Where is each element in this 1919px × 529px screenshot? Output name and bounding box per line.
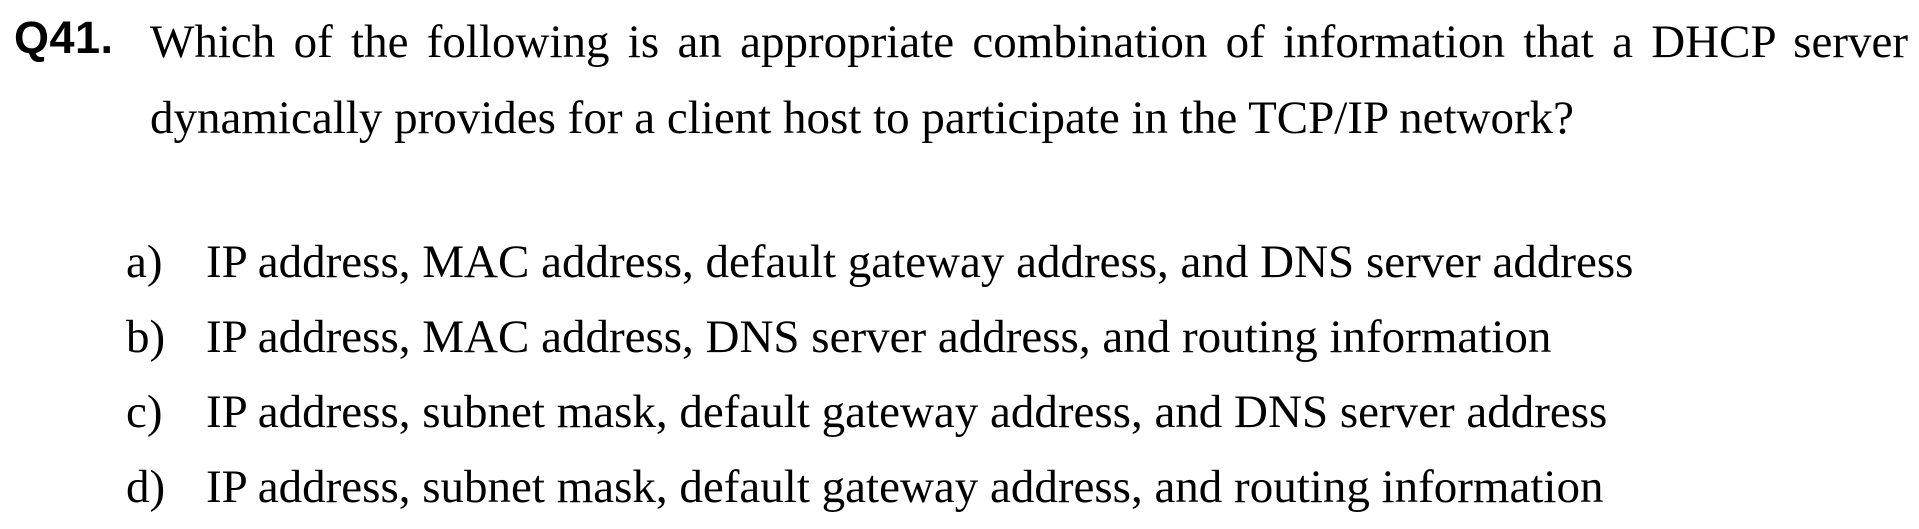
option-letter: b)	[126, 311, 166, 363]
option-a: a) IP address, MAC address, default gate…	[0, 224, 1919, 300]
option-text: IP address, subnet mask, default gateway…	[206, 386, 1608, 438]
option-letter: d)	[126, 461, 166, 513]
option-b: b) IP address, MAC address, DNS server a…	[0, 299, 1919, 375]
question-text: Which of the following is an appropriate…	[150, 16, 1908, 144]
option-text: IP address, MAC address, DNS server addr…	[206, 311, 1552, 363]
option-letter: c)	[126, 386, 163, 438]
question-number: Q41.	[14, 12, 114, 63]
option-text: IP address, MAC address, default gateway…	[206, 236, 1634, 288]
option-text: IP address, subnet mask, default gateway…	[206, 461, 1604, 513]
option-d: d) IP address, subnet mask, default gate…	[0, 449, 1919, 525]
option-letter: a)	[126, 236, 163, 288]
option-c: c) IP address, subnet mask, default gate…	[0, 374, 1919, 450]
